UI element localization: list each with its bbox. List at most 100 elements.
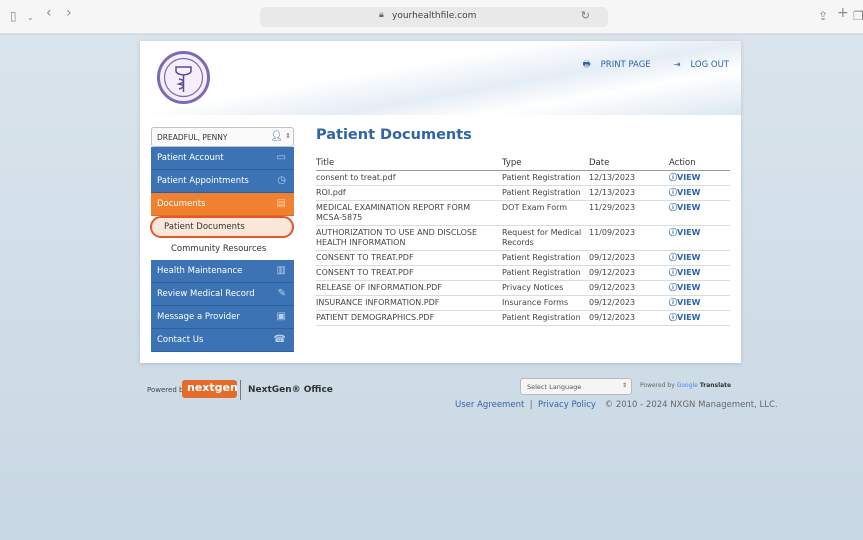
print-page-link[interactable]: 🖶 PRINT PAGE bbox=[573, 60, 651, 70]
cell-date: 12/13/2023 bbox=[589, 185, 669, 201]
printer-icon: 🖶 bbox=[582, 60, 591, 70]
forward-icon[interactable]: › bbox=[66, 5, 72, 21]
cell-date: 09/12/2023 bbox=[589, 280, 669, 296]
cell-action: ⓘVIEW bbox=[669, 265, 730, 281]
view-button[interactable]: ⓘVIEW bbox=[669, 203, 700, 212]
address-text: yourhealthfile.com bbox=[392, 11, 477, 21]
patient-select[interactable]: DREADFUL, PENNY 👤︎ ⇕ bbox=[151, 127, 294, 147]
view-button[interactable]: ⓘVIEW bbox=[669, 313, 700, 322]
chevron-down-icon[interactable]: ⌄ bbox=[27, 10, 34, 26]
browser-toolbar: ▯ ⌄ ‹ › 🔒︎ yourhealthfile.com ↻ ⇪ + ❐ bbox=[0, 0, 863, 34]
google-translate-credit: Powered by Google Translate bbox=[640, 382, 732, 389]
lock-icon: 🔒︎ bbox=[379, 10, 384, 20]
view-button[interactable]: ⓘVIEW bbox=[669, 253, 700, 262]
cell-title: PATIENT DEMOGRAPHICS.PDF bbox=[316, 310, 502, 326]
nextgen-logo: nextgen bbox=[182, 380, 238, 398]
sidebar-item-contact-us[interactable]: Contact Us ☎ bbox=[151, 329, 294, 352]
clock-icon: ◷ bbox=[277, 175, 286, 186]
back-icon[interactable]: ‹ bbox=[46, 5, 52, 21]
cell-title: CONSENT TO TREAT.PDF bbox=[316, 265, 502, 281]
sidebar-item-review-medical-record[interactable]: Review Medical Record ✎ bbox=[151, 283, 294, 306]
logo-divider bbox=[240, 380, 241, 400]
reload-icon[interactable]: ↻ bbox=[581, 9, 590, 22]
cell-type: Patient Registration bbox=[502, 185, 589, 201]
cell-type: Request for Medical Records bbox=[502, 225, 589, 251]
view-button[interactable]: ⓘVIEW bbox=[669, 228, 700, 237]
info-icon: ⓘ bbox=[669, 253, 677, 262]
address-bar[interactable]: 🔒︎ yourhealthfile.com ↻ bbox=[260, 7, 608, 27]
sidebar-item-patient-appointments[interactable]: Patient Appointments ◷ bbox=[151, 170, 294, 193]
privacy-policy-link[interactable]: Privacy Policy bbox=[538, 400, 596, 410]
cell-title: RELEASE OF INFORMATION.PDF bbox=[316, 280, 502, 296]
sidebar-item-documents[interactable]: Documents ▤ bbox=[151, 193, 294, 216]
user-icon: 👤︎ bbox=[270, 131, 283, 142]
info-icon: ⓘ bbox=[669, 228, 677, 237]
table-row: PATIENT DEMOGRAPHICS.PDF Patient Registra… bbox=[316, 310, 730, 326]
select-caret-icon: ⇕ bbox=[621, 382, 627, 389]
cell-action: ⓘVIEW bbox=[669, 170, 730, 186]
language-select[interactable]: Select Language ⇕ bbox=[520, 378, 632, 395]
share-icon[interactable]: ⇪ bbox=[818, 8, 828, 24]
cell-type: Patient Registration bbox=[502, 310, 589, 326]
user-agreement-link[interactable]: User Agreement bbox=[455, 400, 524, 410]
cell-type: Patient Registration bbox=[502, 250, 589, 266]
cell-title: consent to treat.pdf bbox=[316, 170, 502, 186]
cell-type: Privacy Notices bbox=[502, 280, 589, 296]
sidebar: DREADFUL, PENNY 👤︎ ⇕ Patient Account ▭ P… bbox=[150, 127, 294, 352]
view-button[interactable]: ⓘVIEW bbox=[669, 173, 700, 182]
table-row: RELEASE OF INFORMATION.PDF Privacy Notice… bbox=[316, 280, 730, 296]
document-icon: ▤ bbox=[276, 198, 286, 209]
sidebar-icon[interactable]: ▯ bbox=[10, 8, 17, 24]
info-icon: ⓘ bbox=[669, 188, 677, 197]
logout-link[interactable]: ⇥ LOG OUT bbox=[663, 60, 729, 70]
table-header-row: Title Type Date Action bbox=[316, 155, 730, 171]
cell-date: 09/12/2023 bbox=[589, 310, 669, 326]
sidebar-subitem-community-resources[interactable]: Community Resources bbox=[151, 238, 294, 260]
view-button[interactable]: ⓘVIEW bbox=[669, 188, 700, 197]
practice-logo bbox=[157, 51, 210, 104]
cell-date: 12/13/2023 bbox=[589, 170, 669, 186]
tabs-overview-icon[interactable]: ❐ bbox=[853, 8, 863, 24]
table-row: ROI.pdf Patient Registration 12/13/2023 ⓘVI… bbox=[316, 185, 730, 201]
info-icon: ⓘ bbox=[669, 268, 677, 277]
edit-icon: ✎ bbox=[277, 288, 286, 299]
view-button[interactable]: ⓘVIEW bbox=[669, 298, 700, 307]
view-button[interactable]: ⓘVIEW bbox=[669, 283, 700, 292]
message-icon: ▣ bbox=[276, 311, 286, 322]
column-header-type: Type bbox=[502, 155, 589, 171]
header-links: 🖶 PRINT PAGE ⇥ LOG OUT bbox=[563, 59, 729, 73]
info-icon: ⓘ bbox=[669, 203, 677, 212]
cell-type: Patient Registration bbox=[502, 265, 589, 281]
cell-action: ⓘVIEW bbox=[669, 185, 730, 201]
footer-links: User Agreement | Privacy Policy © 2010 -… bbox=[455, 400, 778, 410]
nextgen-office-label: NextGen® Office bbox=[248, 385, 333, 395]
table-row: MEDICAL EXAMINATION REPORT FORM MCSA-587… bbox=[316, 200, 730, 226]
cell-date: 09/12/2023 bbox=[589, 250, 669, 266]
sidebar-item-patient-account[interactable]: Patient Account ▭ bbox=[151, 147, 294, 170]
phone-icon: ☎ bbox=[273, 334, 286, 345]
column-header-action: Action bbox=[669, 155, 730, 171]
table-row: INSURANCE INFORMATION.PDF Insurance Forms… bbox=[316, 295, 730, 311]
copyright-text: © 2010 - 2024 NXGN Management, LLC. bbox=[604, 400, 778, 410]
cell-type: Insurance Forms bbox=[502, 295, 589, 311]
cell-action: ⓘVIEW bbox=[669, 295, 730, 311]
id-card-icon: ▭ bbox=[276, 152, 286, 163]
new-tab-icon[interactable]: + bbox=[837, 5, 849, 21]
column-header-date: Date bbox=[589, 155, 669, 171]
cell-date: 09/12/2023 bbox=[589, 295, 669, 311]
portal-card: 🖶 PRINT PAGE ⇥ LOG OUT DREADFUL, PENNY 👤︎ … bbox=[140, 41, 741, 363]
header-banner: 🖶 PRINT PAGE ⇥ LOG OUT bbox=[140, 41, 741, 115]
cell-action: ⓘVIEW bbox=[669, 200, 730, 226]
sidebar-subitem-patient-documents[interactable]: Patient Documents bbox=[150, 216, 294, 238]
cell-type: DOT Exam Form bbox=[502, 200, 589, 226]
info-icon: ⓘ bbox=[669, 173, 677, 182]
column-header-title: Title bbox=[316, 155, 502, 171]
cell-action: ⓘVIEW bbox=[669, 225, 730, 251]
cell-date: 11/09/2023 bbox=[589, 225, 669, 251]
cell-action: ⓘVIEW bbox=[669, 280, 730, 296]
main-content: Patient Documents Title Type Date Action… bbox=[316, 127, 730, 326]
sidebar-item-health-maintenance[interactable]: Health Maintenance ▥ bbox=[151, 260, 294, 283]
table-row: CONSENT TO TREAT.PDF Patient Registration… bbox=[316, 250, 730, 266]
view-button[interactable]: ⓘVIEW bbox=[669, 268, 700, 277]
sidebar-item-message-provider[interactable]: Message a Provider ▣ bbox=[151, 306, 294, 329]
